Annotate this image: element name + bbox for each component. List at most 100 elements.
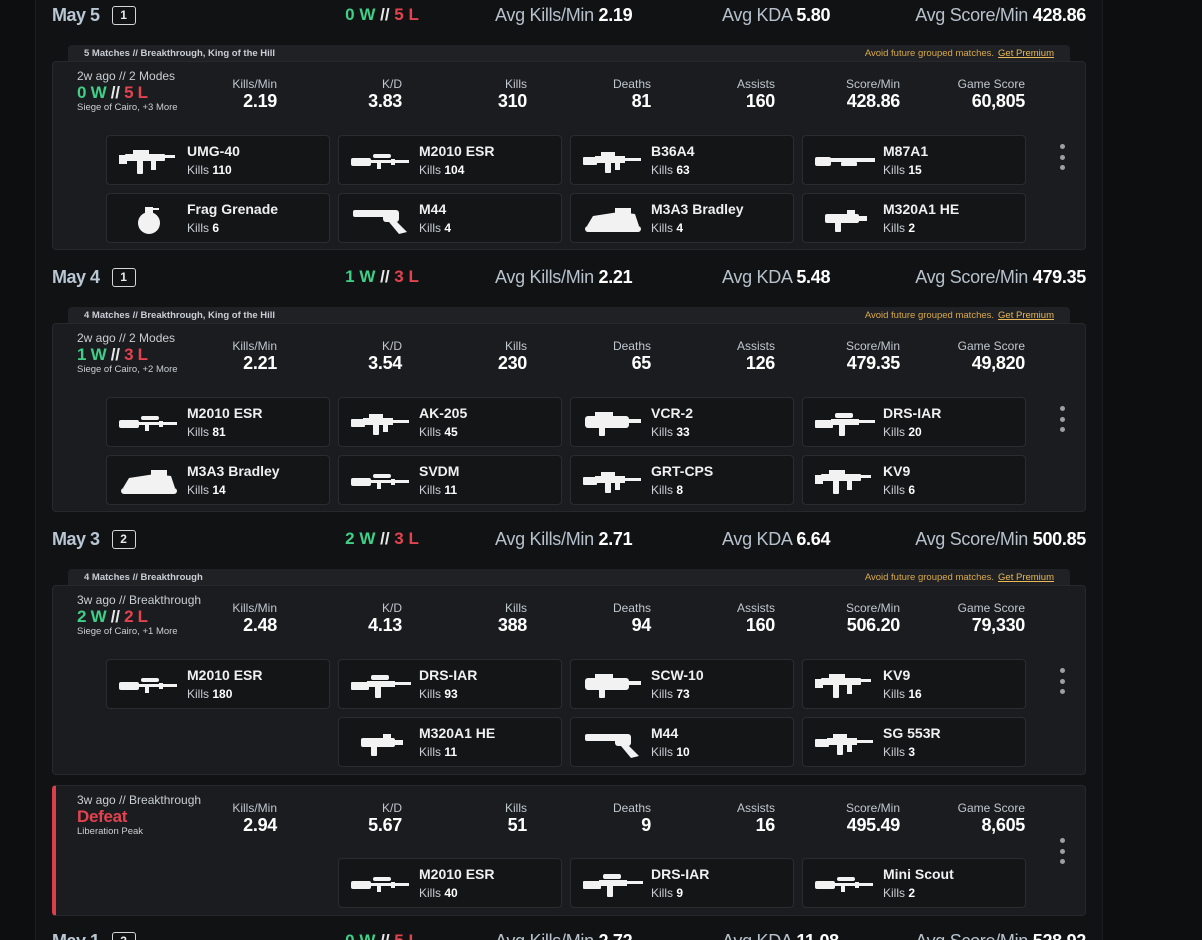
sniper-rifle-icon: [119, 678, 177, 693]
sniper-rifle-icon: [351, 877, 409, 892]
stat-assists: Assists 126: [736, 339, 775, 373]
day-header: May 3 2 2 W // 3 L Avg Kills/Min 2.71 Av…: [52, 524, 1086, 554]
day-avg-kda: Avg KDA 5.80: [722, 4, 831, 25]
match-time-mode: 3w ago // Breakthrough: [77, 793, 202, 807]
match-group-card[interactable]: 3w ago // Breakthrough 2 W // 2 L Siege …: [52, 585, 1086, 775]
shotgun-icon: [815, 157, 875, 166]
weapon-card[interactable]: M44 Kills 10: [570, 717, 794, 767]
get-premium-link[interactable]: Get Premium: [998, 310, 1054, 321]
get-premium-link[interactable]: Get Premium: [998, 572, 1054, 583]
day-match-count-badge: 2: [111, 931, 136, 940]
weapon-card[interactable]: Frag Grenade Kills 6: [106, 193, 330, 243]
day-avg-kills-per-min: Avg Kills/Min 2.72: [495, 931, 633, 940]
weapon-card[interactable]: B36A4 Kills 63: [570, 135, 794, 185]
stat-assists: Assists 160: [736, 601, 775, 635]
weapon-card[interactable]: M2010 ESR Kills 180: [106, 659, 330, 709]
grouped-matches-tab[interactable]: 5 Matches // Breakthrough, King of the H…: [68, 45, 1070, 61]
weapon-card[interactable]: M320A1 HE Kills 2: [802, 193, 1026, 243]
match-group-card[interactable]: 2w ago // 2 Modes 1 W // 3 L Siege of Ca…: [52, 323, 1086, 512]
premium-promo: Avoid future grouped matches. Get Premium: [864, 571, 1054, 583]
stat-kills: Kills 230: [497, 339, 527, 373]
weapon-card[interactable]: KV9 Kills 16: [802, 659, 1026, 709]
grenade-launcher-icon: [361, 734, 403, 756]
assault-rifle-icon: [815, 734, 873, 755]
stat-kills-per-min: Kills/Min 2.19: [232, 77, 277, 111]
revolver-icon: [585, 734, 639, 758]
stat-kills-per-min: Kills/Min 2.21: [232, 339, 277, 373]
grouped-matches-tab[interactable]: 4 Matches // Breakthrough, King of the H…: [68, 307, 1070, 323]
more-options-icon[interactable]: [1056, 668, 1068, 694]
smg-icon: [119, 150, 175, 174]
bullpup-rifle-icon: [585, 674, 641, 698]
stat-game-score: Game Score 49,820: [957, 339, 1026, 373]
weapon-card[interactable]: DRS-IAR Kills 20: [802, 397, 1026, 447]
grouped-matches-tab[interactable]: 4 Matches // Breakthrough Avoid future g…: [68, 569, 1070, 585]
sniper-rifle-icon: [815, 877, 873, 892]
weapon-card[interactable]: M2010 ESR Kills 81: [106, 397, 330, 447]
assault-rifle-icon: [351, 414, 409, 435]
day-win-loss: 1 W // 3 L: [345, 267, 419, 286]
stat-score-per-min: Score/Min 495.49: [845, 801, 900, 835]
match-time-mode: 2w ago // 2 Modes: [77, 69, 176, 83]
day-win-loss: 0 W // 5 L: [345, 5, 419, 24]
stat-kills: Kills 51: [504, 801, 527, 835]
bullpup-rifle-icon: [585, 412, 641, 436]
day-avg-kda: Avg KDA 11.08: [722, 931, 839, 940]
stat-kills: Kills 310: [497, 77, 527, 111]
weapon-card[interactable]: DRS-IAR Kills 9: [570, 858, 794, 908]
weapon-card[interactable]: DRS-IAR Kills 93: [338, 659, 562, 709]
more-options-icon[interactable]: [1056, 838, 1068, 864]
day-match-count-badge: 2: [111, 529, 136, 549]
weapon-card[interactable]: Mini Scout Kills 2: [802, 858, 1026, 908]
day-avg-score-per-min: Avg Score/Min 428.86: [915, 4, 1086, 25]
grenade-launcher-icon: [825, 210, 867, 232]
day-match-count-badge: 1: [111, 5, 136, 25]
weapon-card[interactable]: SVDM Kills 11: [338, 455, 562, 505]
assault-rifle-icon: [583, 472, 641, 493]
day-date: May 3: [52, 528, 100, 549]
weapon-card[interactable]: M320A1 HE Kills 11: [338, 717, 562, 767]
group-modes-label: 4 Matches // Breakthrough: [84, 571, 203, 583]
match-result: Defeat: [77, 807, 128, 826]
weapon-card[interactable]: M2010 ESR Kills 40: [338, 858, 562, 908]
weapon-card[interactable]: M44 Kills 4: [338, 193, 562, 243]
revolver-icon: [353, 210, 407, 234]
weapon-card[interactable]: SCW-10 Kills 73: [570, 659, 794, 709]
day-avg-kills-per-min: Avg Kills/Min 2.21: [495, 266, 633, 287]
weapon-card[interactable]: GRT-CPS Kills 8: [570, 455, 794, 505]
smg-icon: [815, 674, 871, 698]
sniper-rifle-icon: [119, 416, 177, 431]
match-group-card[interactable]: 2w ago // 2 Modes 0 W // 5 L Siege of Ca…: [52, 61, 1086, 250]
weapon-card[interactable]: SG 553R Kills 3: [802, 717, 1026, 767]
weapon-card[interactable]: UMG-40 Kills 110: [106, 135, 330, 185]
more-options-icon[interactable]: [1056, 406, 1068, 432]
day-avg-score-per-min: Avg Score/Min 528.92: [915, 931, 1086, 940]
stat-score-per-min: Score/Min 479.35: [845, 339, 900, 373]
weapon-card[interactable]: M3A3 Bradley Kills 4: [570, 193, 794, 243]
stat-deaths: Deaths 65: [612, 339, 651, 373]
weapon-card[interactable]: M2010 ESR Kills 104: [338, 135, 562, 185]
match-map: Siege of Cairo, +2 More: [77, 364, 178, 375]
group-modes-label: 5 Matches // Breakthrough, King of the H…: [84, 47, 276, 59]
get-premium-link[interactable]: Get Premium: [998, 48, 1054, 59]
more-options-icon[interactable]: [1056, 144, 1068, 170]
weapon-card[interactable]: M3A3 Bradley Kills 14: [106, 455, 330, 505]
weapon-card[interactable]: M87A1 Kills 15: [802, 135, 1026, 185]
marksman-rifle-icon: [351, 675, 411, 698]
stat-assists: Assists 160: [736, 77, 775, 111]
grenade-icon: [138, 207, 160, 234]
match-win-loss: 1 W // 3 L: [77, 345, 148, 364]
day-match-count-badge: 1: [111, 267, 136, 287]
sniper-rifle-icon: [351, 474, 409, 489]
weapon-card[interactable]: KV9 Kills 6: [802, 455, 1026, 505]
stat-kd: K/D 3.83: [368, 77, 402, 111]
day-avg-score-per-min: Avg Score/Min 479.35: [915, 266, 1086, 287]
stat-assists: Assists 16: [736, 801, 775, 835]
stat-game-score: Game Score 79,330: [957, 601, 1026, 635]
match-card[interactable]: 3w ago // Breakthrough Defeat Liberation…: [52, 785, 1086, 916]
stat-kills-per-min: Kills/Min 2.48: [232, 601, 277, 635]
weapon-card[interactable]: VCR-2 Kills 33: [570, 397, 794, 447]
stat-score-per-min: Score/Min 506.20: [845, 601, 900, 635]
weapon-card[interactable]: AK-205 Kills 45: [338, 397, 562, 447]
day-avg-kda: Avg KDA 6.64: [722, 528, 831, 549]
